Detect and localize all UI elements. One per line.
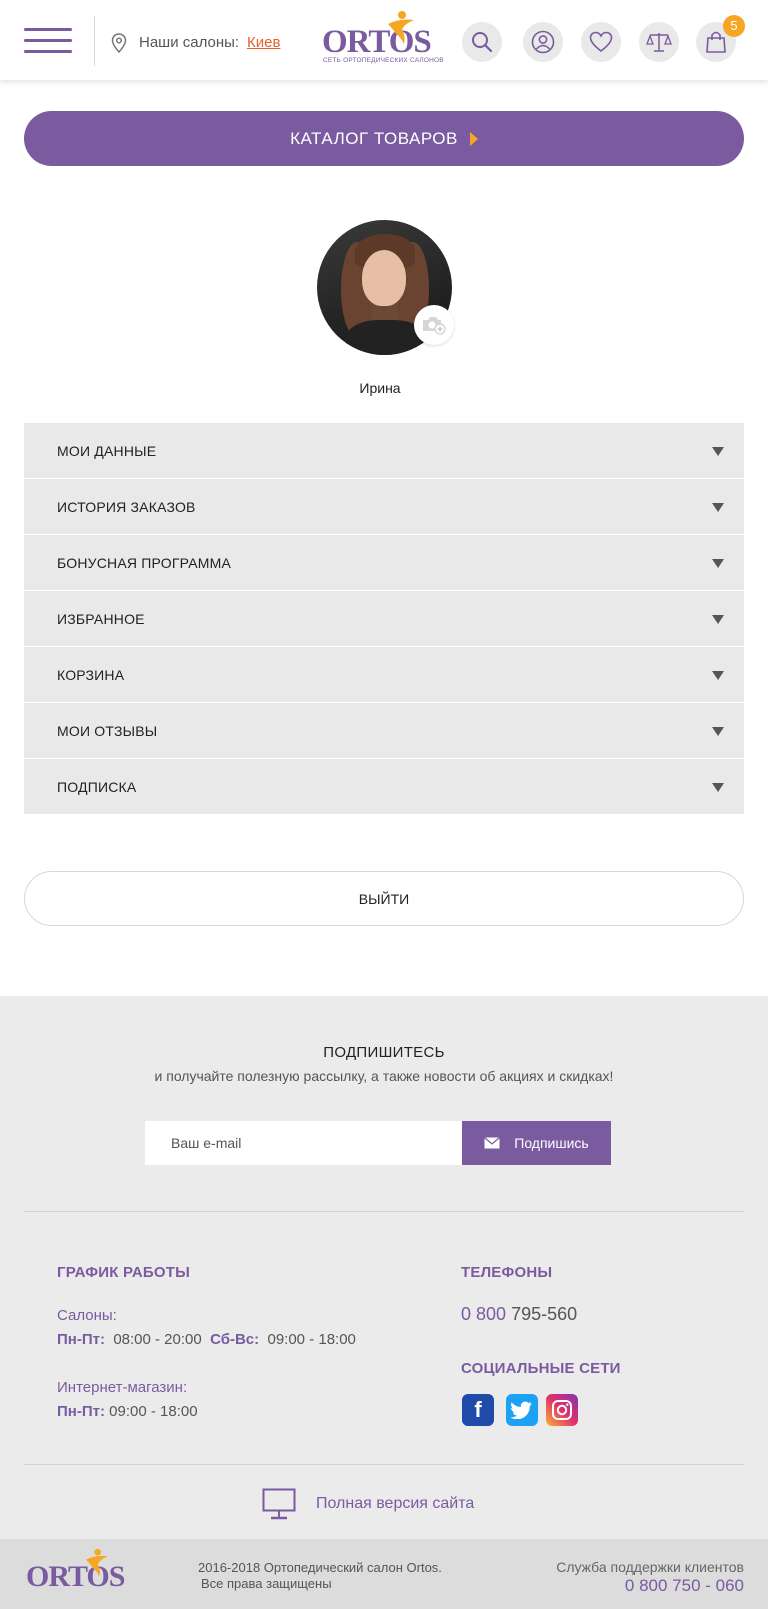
phone-link[interactable]: 0 800 795-560 [461, 1304, 577, 1325]
social-title: СОЦИАЛЬНЫЕ СЕТИ [461, 1360, 621, 1377]
subscribe-text: и получайте полезную рассылку, а также н… [154, 1068, 614, 1084]
compare-scales-icon [646, 33, 672, 52]
subscribe-button[interactable]: Подпишись [462, 1121, 611, 1165]
facebook-glyph: f [474, 1397, 482, 1422]
schedule-shop-hours: Пн-Пт: 09:00 - 18:00 [57, 1403, 198, 1420]
envelope-icon [484, 1137, 501, 1149]
menu-item-label: МОИ ДАННЫЕ [57, 443, 157, 459]
email-field[interactable] [145, 1121, 462, 1165]
location-pin-icon [111, 33, 127, 53]
copyright-line-2: Все права защищены [201, 1576, 332, 1591]
shop-days-label: Пн-Пт: [57, 1403, 105, 1420]
weekend-label: Сб-Вс: [210, 1331, 260, 1348]
user-icon [531, 30, 555, 54]
desktop-monitor-icon [262, 1488, 296, 1520]
menu-item-label: БОНУСНАЯ ПРОГРАММА [57, 555, 232, 571]
weekdays-label: Пн-Пт: [57, 1331, 105, 1348]
menu-item-label: МОИ ОТЗЫВЫ [57, 723, 158, 739]
logout-button[interactable]: ВЫЙТИ [24, 871, 744, 926]
heart-icon [589, 31, 613, 53]
footer-divider [24, 1464, 744, 1465]
menu-item-label: ИСТОРИЯ ЗАКАЗОВ [57, 499, 196, 515]
city-link[interactable]: Киев [247, 34, 280, 51]
arrow-right-icon [469, 131, 478, 146]
triangle-down-icon [712, 727, 724, 736]
twitter-bird-icon [511, 1401, 532, 1419]
schedule-salons-hours: Пн-Пт: 08:00 - 20:00 Сб-Вс: 09:00 - 18:0… [57, 1331, 356, 1348]
user-name: Ирина [359, 380, 401, 396]
logo-subtitle: СЕТЬ ОРТОПЕДИЧЕСКИХ САЛОНОВ [323, 57, 444, 64]
menu-item-favorites[interactable]: ИЗБРАННОЕ [24, 591, 744, 647]
twitter-icon[interactable] [506, 1394, 538, 1426]
subscribe-button-label: Подпишись [514, 1135, 589, 1151]
schedule-title: ГРАФИК РАБОТЫ [57, 1264, 190, 1281]
phone-number: 795-560 [511, 1304, 578, 1324]
menu-item-label: ИЗБРАННОЕ [57, 611, 145, 627]
menu-item-label: КОРЗИНА [57, 667, 125, 683]
menu-item-label: ПОДПИСКА [57, 779, 137, 795]
shopping-bag-icon [706, 31, 726, 53]
header-divider [94, 16, 95, 66]
search-button[interactable] [462, 22, 502, 62]
menu-icon[interactable] [24, 28, 72, 56]
triangle-down-icon [712, 447, 724, 456]
compare-button[interactable] [639, 22, 679, 62]
search-icon [472, 32, 493, 53]
account-button[interactable] [523, 22, 563, 62]
footer-divider [24, 1211, 744, 1212]
site-header: Наши салоны: Киев ORTOS СЕТЬ ОРТОПЕДИЧЕС… [0, 0, 768, 80]
shop-hours: 09:00 - 18:00 [109, 1403, 198, 1420]
triangle-down-icon [712, 783, 724, 792]
triangle-down-icon [712, 559, 724, 568]
footer-logo[interactable]: ORTOS [26, 1546, 126, 1596]
camera-add-icon [423, 317, 446, 335]
change-photo-button[interactable] [414, 305, 454, 345]
menu-item-subscription[interactable]: ПОДПИСКА [24, 759, 744, 815]
instagram-camera-icon [552, 1400, 572, 1420]
triangle-down-icon [712, 671, 724, 680]
triangle-down-icon [712, 615, 724, 624]
logo[interactable]: ORTOS СЕТЬ ОРТОПЕДИЧЕСКИХ САЛОНОВ [322, 10, 444, 66]
full-version-label: Полная версия сайта [316, 1495, 475, 1512]
facebook-icon[interactable]: f [462, 1394, 494, 1426]
cart-count-badge: 5 [723, 15, 745, 37]
menu-item-order-history[interactable]: ИСТОРИЯ ЗАКАЗОВ [24, 479, 744, 535]
schedule-shop-label: Интернет-магазин: [57, 1379, 188, 1396]
wishlist-button[interactable] [581, 22, 621, 62]
salons-label: Наши салоны: [139, 34, 240, 51]
copyright-line-1: 2016-2018 Ортопедический салон Ortos. [198, 1560, 442, 1575]
catalog-label: КАТАЛОГ ТОВАРОВ [290, 128, 458, 148]
subscribe-title: ПОДПИШИТЕСЬ [323, 1044, 445, 1061]
schedule-salons-label: Салоны: [57, 1307, 117, 1324]
phone-prefix: 0 800 [461, 1304, 507, 1324]
menu-item-my-reviews[interactable]: МОИ ОТЗЫВЫ [24, 703, 744, 759]
support-label: Служба поддержки клиентов [556, 1559, 744, 1575]
weekend-hours: 09:00 - 18:00 [267, 1331, 356, 1348]
menu-item-bonus-program[interactable]: БОНУСНАЯ ПРОГРАММА [24, 535, 744, 591]
menu-item-cart[interactable]: КОРЗИНА [24, 647, 744, 703]
logo-figure-icon [86, 1548, 108, 1577]
menu-item-my-data[interactable]: МОИ ДАННЫЕ [24, 423, 744, 479]
weekdays-hours: 08:00 - 20:00 [113, 1331, 202, 1348]
instagram-icon[interactable] [546, 1394, 578, 1426]
full-version-link[interactable]: Полная версия сайта [262, 1487, 474, 1521]
triangle-down-icon [712, 503, 724, 512]
logo-figure-icon [388, 11, 414, 44]
support-phone[interactable]: 0 800 750 - 060 [625, 1576, 744, 1596]
catalog-button[interactable]: КАТАЛОГ ТОВАРОВ [24, 111, 744, 166]
phones-title: ТЕЛЕФОНЫ [461, 1264, 553, 1281]
account-menu: МОИ ДАННЫЕ ИСТОРИЯ ЗАКАЗОВ БОНУСНАЯ ПРОГ… [24, 423, 744, 815]
